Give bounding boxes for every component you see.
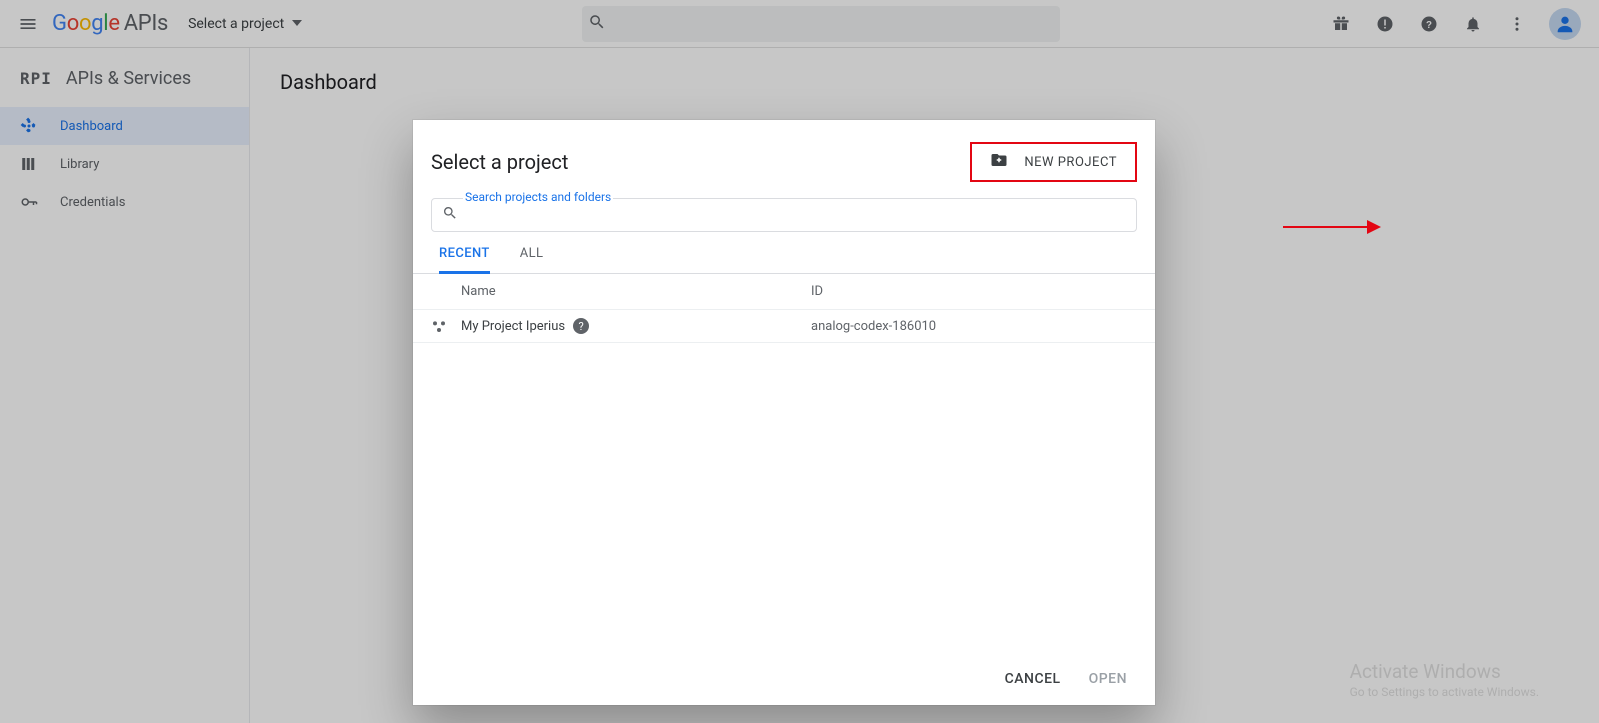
dialog-search-input[interactable] (466, 207, 1126, 223)
column-id: ID (811, 284, 823, 299)
new-project-label: NEW PROJECT (1024, 155, 1117, 170)
column-name: Name (431, 284, 811, 299)
project-id: analog-codex-186010 (811, 319, 936, 334)
project-icon (431, 318, 461, 334)
select-project-dialog: Select a project NEW PROJECT Search proj… (413, 120, 1155, 705)
dialog-title: Select a project (431, 150, 568, 174)
help-circle-icon[interactable]: ? (573, 318, 589, 334)
dialog-footer: CANCEL OPEN (413, 653, 1155, 705)
dialog-search-label: Search projects and folders (463, 190, 613, 204)
project-row[interactable]: My Project Iperius ? analog-codex-186010 (413, 310, 1155, 343)
search-icon (442, 205, 458, 225)
project-name: My Project Iperius (461, 319, 565, 334)
dialog-tabs: RECENT ALL (413, 232, 1155, 274)
cancel-button[interactable]: CANCEL (1005, 671, 1061, 687)
new-project-button[interactable]: NEW PROJECT (970, 142, 1137, 182)
open-button[interactable]: OPEN (1089, 671, 1127, 687)
projects-table-header: Name ID (413, 274, 1155, 310)
tab-all[interactable]: ALL (520, 246, 544, 273)
new-project-icon (990, 151, 1008, 173)
tab-recent[interactable]: RECENT (439, 246, 490, 274)
